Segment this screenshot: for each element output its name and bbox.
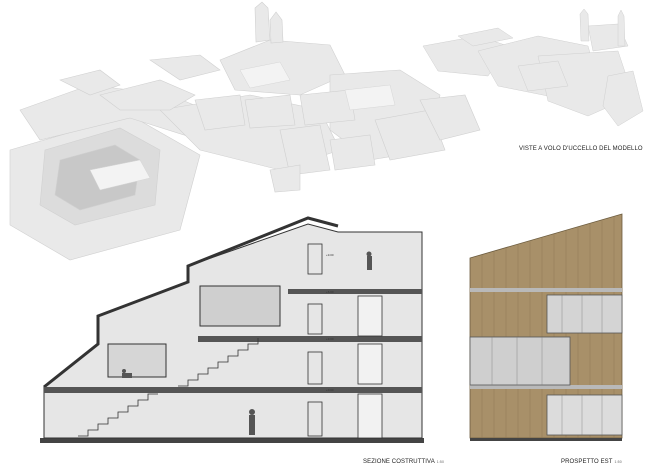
east-elevation-drawing — [462, 200, 628, 452]
aerial-view-secondary — [418, 6, 656, 146]
ground-slab — [40, 438, 424, 443]
svg-text:+9.00: +9.00 — [326, 253, 334, 257]
svg-text:+3.00: +3.00 — [326, 337, 334, 341]
section-caption: SEZIONE COSTRUTTIVA 1:50 — [363, 459, 445, 465]
elevation-caption: PROSPETTO EST 1:50 — [561, 459, 622, 465]
svg-text:+0.00: +0.00 — [326, 388, 334, 392]
svg-text:+6.00: +6.00 — [326, 290, 334, 294]
aerial-caption: VISTE A VOLO D'UCCELLO DEL MODELLO — [519, 146, 643, 152]
construction-section-drawing: +0.00 +3.00 +6.00 +9.00 — [38, 204, 426, 456]
